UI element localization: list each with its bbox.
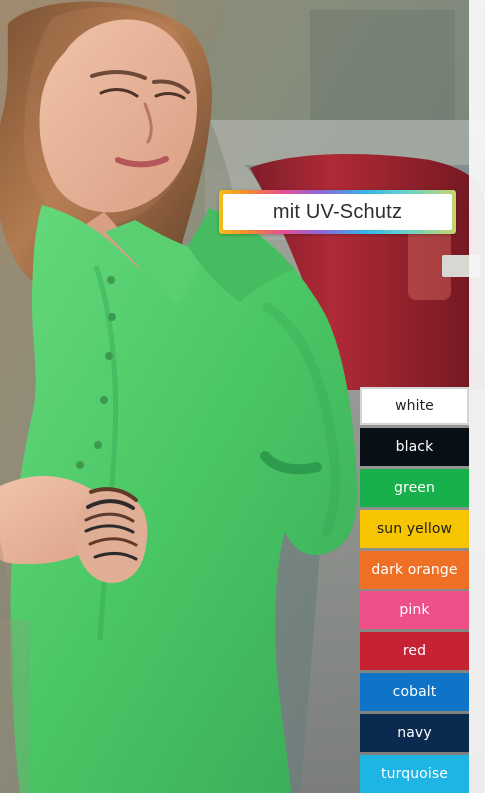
color-swatch-navy[interactable]: navy	[360, 714, 469, 752]
color-swatch-white[interactable]: white	[360, 387, 469, 425]
color-label: white	[395, 398, 434, 414]
color-label: black	[395, 439, 434, 455]
color-swatch-cobalt[interactable]: cobalt	[360, 673, 469, 711]
color-swatch-sun-yellow[interactable]: sun yellow	[360, 510, 469, 548]
color-swatch-red[interactable]: red	[360, 632, 469, 670]
color-swatch-turquoise[interactable]: turquoise	[360, 755, 469, 793]
color-swatch-pink[interactable]: pink	[360, 591, 469, 629]
color-label: turquoise	[381, 766, 448, 782]
color-label: pink	[399, 602, 430, 618]
uv-protection-text: mit UV-Schutz	[223, 194, 452, 230]
color-label: navy	[397, 725, 432, 741]
page-edge	[469, 0, 485, 793]
color-label: red	[402, 643, 427, 659]
color-swatch-green[interactable]: green	[360, 469, 469, 507]
color-label: dark orange	[371, 562, 458, 578]
color-swatch-dark-orange[interactable]: dark orange	[360, 551, 469, 589]
color-label: sun yellow	[376, 521, 453, 537]
product-hero: mit UV-Schutz white black green sun yell…	[0, 0, 485, 793]
color-label: cobalt	[392, 684, 437, 700]
uv-protection-badge: mit UV-Schutz	[219, 190, 456, 234]
color-swatch-black[interactable]: black	[360, 428, 469, 466]
color-options: white black green sun yellow dark orange…	[360, 387, 469, 793]
color-label: green	[394, 480, 435, 496]
